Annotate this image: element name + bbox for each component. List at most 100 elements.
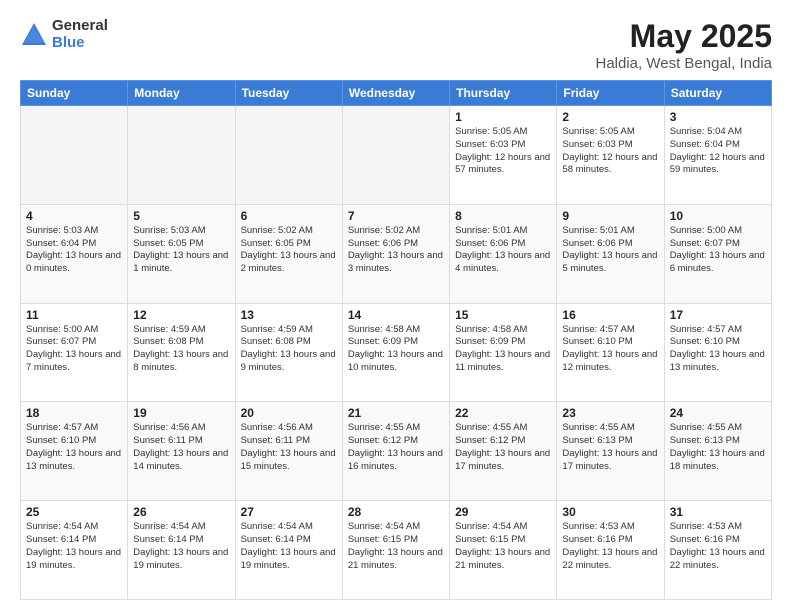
calendar-cell: 6 Sunrise: 5:02 AMSunset: 6:05 PMDaylight… bbox=[235, 204, 342, 303]
calendar-cell: 30 Sunrise: 4:53 AMSunset: 6:16 PMDayligh… bbox=[557, 501, 664, 600]
day-info: Sunrise: 5:02 AMSunset: 6:06 PMDaylight:… bbox=[348, 225, 444, 276]
calendar-cell: 21Sunrise: 4:55 AMSunset: 6:12 PMDayligh… bbox=[342, 402, 449, 501]
title-area: May 2025 Haldia, West Bengal, India bbox=[596, 18, 773, 72]
day-info: Sunrise: 5:03 AMSunset: 6:04 PMDaylight:… bbox=[26, 225, 122, 276]
header: General Blue May 2025 Haldia, West Benga… bbox=[20, 18, 772, 72]
day-number: 16 bbox=[562, 308, 658, 322]
day-number: 26 bbox=[133, 505, 229, 519]
calendar-cell: 22Sunrise: 4:55 AMSunset: 6:12 PMDayligh… bbox=[450, 402, 557, 501]
calendar-cell: 31 Sunrise: 4:53 AMSunset: 6:16 PMDayligh… bbox=[664, 501, 771, 600]
logo-icon bbox=[20, 21, 48, 49]
day-info: Sunrise: 4:55 AMSunset: 6:13 PMDaylight:… bbox=[670, 422, 766, 473]
calendar-cell: 19 Sunrise: 4:56 AMSunset: 6:11 PMDayligh… bbox=[128, 402, 235, 501]
weekday-header: Monday bbox=[128, 81, 235, 106]
calendar-week-row: 18Sunrise: 4:57 AMSunset: 6:10 PMDayligh… bbox=[21, 402, 772, 501]
day-info: Sunrise: 4:55 AMSunset: 6:13 PMDaylight:… bbox=[562, 422, 658, 473]
logo-blue-label: Blue bbox=[52, 35, 108, 52]
calendar-cell: 3 Sunrise: 5:04 AMSunset: 6:04 PMDaylight… bbox=[664, 106, 771, 205]
day-info: Sunrise: 5:00 AMSunset: 6:07 PMDaylight:… bbox=[670, 225, 766, 276]
day-info: Sunrise: 4:54 AMSunset: 6:15 PMDaylight:… bbox=[455, 521, 551, 572]
day-info: Sunrise: 5:01 AMSunset: 6:06 PMDaylight:… bbox=[562, 225, 658, 276]
day-info: Sunrise: 4:56 AMSunset: 6:11 PMDaylight:… bbox=[133, 422, 229, 473]
calendar-cell: 24 Sunrise: 4:55 AMSunset: 6:13 PMDayligh… bbox=[664, 402, 771, 501]
calendar-cell: 7 Sunrise: 5:02 AMSunset: 6:06 PMDaylight… bbox=[342, 204, 449, 303]
day-number: 10 bbox=[670, 209, 766, 223]
day-number: 24 bbox=[670, 406, 766, 420]
day-number: 4 bbox=[26, 209, 122, 223]
day-number: 13 bbox=[241, 308, 337, 322]
day-info: Sunrise: 4:54 AMSunset: 6:14 PMDaylight:… bbox=[241, 521, 337, 572]
logo-general-label: General bbox=[52, 18, 108, 35]
day-number: 19 bbox=[133, 406, 229, 420]
day-info: Sunrise: 4:58 AMSunset: 6:09 PMDaylight:… bbox=[348, 324, 444, 375]
weekday-header: Wednesday bbox=[342, 81, 449, 106]
day-info: Sunrise: 4:53 AMSunset: 6:16 PMDaylight:… bbox=[670, 521, 766, 572]
calendar-cell: 18Sunrise: 4:57 AMSunset: 6:10 PMDayligh… bbox=[21, 402, 128, 501]
day-number: 23 bbox=[562, 406, 658, 420]
day-info: Sunrise: 4:59 AMSunset: 6:08 PMDaylight:… bbox=[241, 324, 337, 375]
day-number: 27 bbox=[241, 505, 337, 519]
day-number: 18 bbox=[26, 406, 122, 420]
day-number: 12 bbox=[133, 308, 229, 322]
calendar-week-row: 1 Sunrise: 5:05 AMSunset: 6:03 PMDaylight… bbox=[21, 106, 772, 205]
day-info: Sunrise: 4:56 AMSunset: 6:11 PMDaylight:… bbox=[241, 422, 337, 473]
calendar-cell: 29 Sunrise: 4:54 AMSunset: 6:15 PMDayligh… bbox=[450, 501, 557, 600]
day-info: Sunrise: 4:53 AMSunset: 6:16 PMDaylight:… bbox=[562, 521, 658, 572]
calendar-cell: 20 Sunrise: 4:56 AMSunset: 6:11 PMDayligh… bbox=[235, 402, 342, 501]
day-number: 14 bbox=[348, 308, 444, 322]
day-info: Sunrise: 5:04 AMSunset: 6:04 PMDaylight:… bbox=[670, 126, 766, 177]
day-info: Sunrise: 4:58 AMSunset: 6:09 PMDaylight:… bbox=[455, 324, 551, 375]
day-info: Sunrise: 5:01 AMSunset: 6:06 PMDaylight:… bbox=[455, 225, 551, 276]
day-number: 28 bbox=[348, 505, 444, 519]
calendar-cell: 25 Sunrise: 4:54 AMSunset: 6:14 PMDayligh… bbox=[21, 501, 128, 600]
day-number: 25 bbox=[26, 505, 122, 519]
calendar-cell: 14 Sunrise: 4:58 AMSunset: 6:09 PMDayligh… bbox=[342, 303, 449, 402]
day-number: 31 bbox=[670, 505, 766, 519]
day-info: Sunrise: 4:57 AMSunset: 6:10 PMDaylight:… bbox=[562, 324, 658, 375]
sub-title: Haldia, West Bengal, India bbox=[596, 55, 773, 72]
day-number: 20 bbox=[241, 406, 337, 420]
calendar-cell: 26 Sunrise: 4:54 AMSunset: 6:14 PMDayligh… bbox=[128, 501, 235, 600]
day-number: 2 bbox=[562, 110, 658, 124]
day-info: Sunrise: 5:03 AMSunset: 6:05 PMDaylight:… bbox=[133, 225, 229, 276]
calendar-cell: 2 Sunrise: 5:05 AMSunset: 6:03 PMDaylight… bbox=[557, 106, 664, 205]
calendar-cell: 10 Sunrise: 5:00 AMSunset: 6:07 PMDayligh… bbox=[664, 204, 771, 303]
calendar-cell bbox=[235, 106, 342, 205]
calendar-week-row: 4 Sunrise: 5:03 AMSunset: 6:04 PMDaylight… bbox=[21, 204, 772, 303]
calendar-cell: 15 Sunrise: 4:58 AMSunset: 6:09 PMDayligh… bbox=[450, 303, 557, 402]
calendar-cell: 17Sunrise: 4:57 AMSunset: 6:10 PMDayligh… bbox=[664, 303, 771, 402]
day-info: Sunrise: 4:55 AMSunset: 6:12 PMDaylight:… bbox=[455, 422, 551, 473]
page: General Blue May 2025 Haldia, West Benga… bbox=[0, 0, 792, 612]
calendar-cell: 23 Sunrise: 4:55 AMSunset: 6:13 PMDayligh… bbox=[557, 402, 664, 501]
day-info: Sunrise: 4:59 AMSunset: 6:08 PMDaylight:… bbox=[133, 324, 229, 375]
calendar-cell: 28Sunrise: 4:54 AMSunset: 6:15 PMDayligh… bbox=[342, 501, 449, 600]
day-number: 21 bbox=[348, 406, 444, 420]
day-info: Sunrise: 4:54 AMSunset: 6:14 PMDaylight:… bbox=[26, 521, 122, 572]
calendar-cell: 8 Sunrise: 5:01 AMSunset: 6:06 PMDaylight… bbox=[450, 204, 557, 303]
day-number: 9 bbox=[562, 209, 658, 223]
day-number: 29 bbox=[455, 505, 551, 519]
weekday-header: Saturday bbox=[664, 81, 771, 106]
day-number: 15 bbox=[455, 308, 551, 322]
day-number: 8 bbox=[455, 209, 551, 223]
calendar-cell: 11 Sunrise: 5:00 AMSunset: 6:07 PMDayligh… bbox=[21, 303, 128, 402]
weekday-header: Friday bbox=[557, 81, 664, 106]
day-number: 7 bbox=[348, 209, 444, 223]
day-info: Sunrise: 5:05 AMSunset: 6:03 PMDaylight:… bbox=[562, 126, 658, 177]
calendar-cell: 16 Sunrise: 4:57 AMSunset: 6:10 PMDayligh… bbox=[557, 303, 664, 402]
calendar-cell: 4 Sunrise: 5:03 AMSunset: 6:04 PMDaylight… bbox=[21, 204, 128, 303]
day-info: Sunrise: 4:54 AMSunset: 6:14 PMDaylight:… bbox=[133, 521, 229, 572]
day-number: 6 bbox=[241, 209, 337, 223]
calendar-cell bbox=[21, 106, 128, 205]
calendar-cell: 9 Sunrise: 5:01 AMSunset: 6:06 PMDaylight… bbox=[557, 204, 664, 303]
day-info: Sunrise: 5:00 AMSunset: 6:07 PMDaylight:… bbox=[26, 324, 122, 375]
calendar-header-row: SundayMondayTuesdayWednesdayThursdayFrid… bbox=[21, 81, 772, 106]
day-info: Sunrise: 5:02 AMSunset: 6:05 PMDaylight:… bbox=[241, 225, 337, 276]
main-title: May 2025 bbox=[596, 18, 773, 55]
calendar-cell bbox=[128, 106, 235, 205]
day-number: 30 bbox=[562, 505, 658, 519]
day-number: 1 bbox=[455, 110, 551, 124]
day-number: 11 bbox=[26, 308, 122, 322]
day-number: 5 bbox=[133, 209, 229, 223]
day-number: 3 bbox=[670, 110, 766, 124]
